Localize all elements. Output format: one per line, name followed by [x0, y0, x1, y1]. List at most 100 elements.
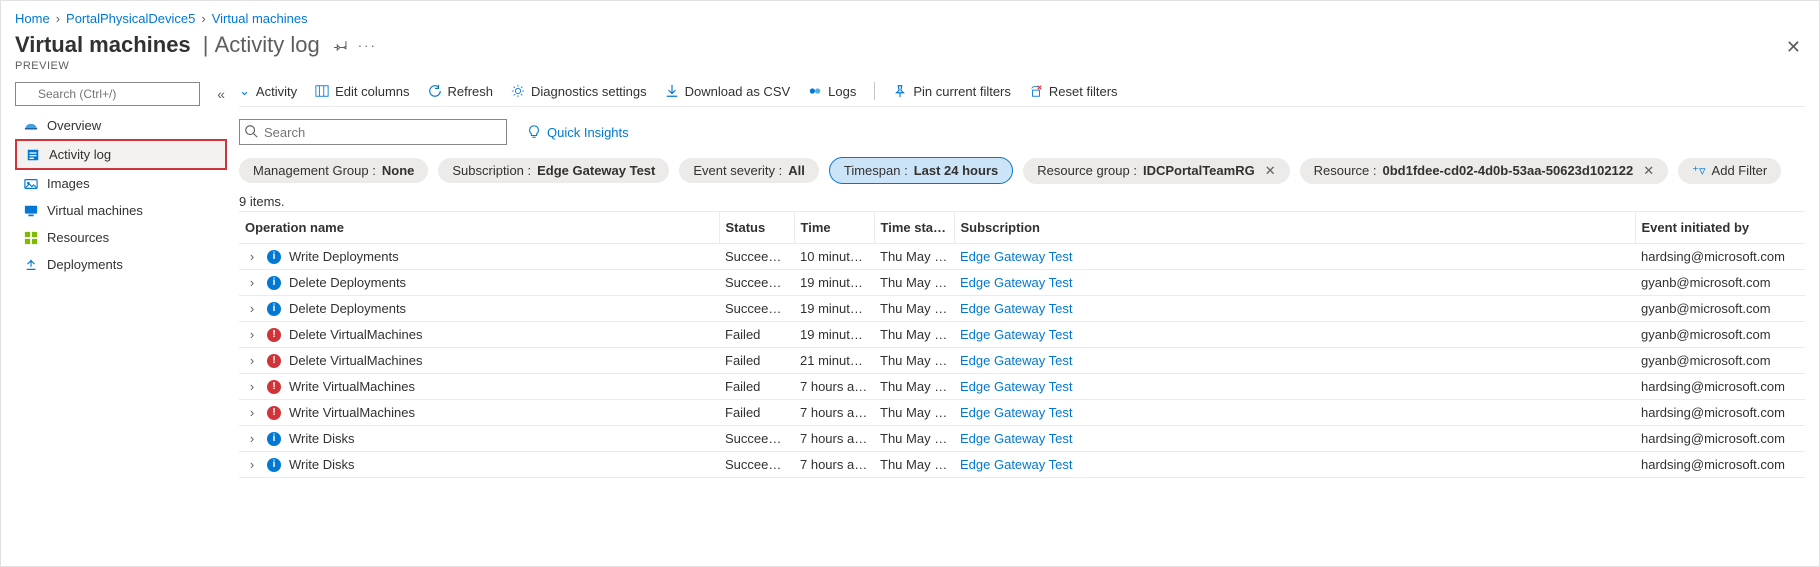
sidebar-item-overview[interactable]: Overview	[15, 112, 227, 139]
page-title: Virtual machines	[15, 32, 191, 58]
info-icon: i	[267, 302, 281, 316]
subscription-link[interactable]: Edge Gateway Test	[960, 249, 1073, 264]
sidebar: « Overview Activity log Images Virtual mach…	[15, 82, 227, 563]
toolbar-separator	[874, 82, 875, 100]
table-row: ›iWrite DisksSucceeded7 hours agoThu May…	[239, 452, 1805, 478]
filter-pill[interactable]: Timespan : Last 24 hours	[829, 157, 1013, 184]
search-input[interactable]	[239, 119, 507, 145]
filter-pill[interactable]: Management Group : None	[239, 158, 428, 183]
remove-filter-icon[interactable]: ✕	[1265, 163, 1276, 179]
resources-icon	[23, 231, 39, 245]
time-cell: 19 minutes ...	[794, 270, 874, 296]
subscription-link[interactable]: Edge Gateway Test	[960, 327, 1073, 342]
operation-name: Write Disks	[289, 457, 354, 472]
sidebar-item-resources[interactable]: Resources	[15, 224, 227, 251]
breadcrumb-home[interactable]: Home	[15, 11, 50, 26]
pin-filters-button[interactable]: Pin current filters	[893, 84, 1011, 99]
activity-table: Operation nameStatusTimeTime stampSubscr…	[239, 211, 1805, 478]
column-header[interactable]: Status	[719, 212, 794, 244]
status-cell: Succeeded	[719, 452, 794, 478]
info-icon: i	[267, 250, 281, 264]
subscription-link[interactable]: Edge Gateway Test	[960, 457, 1073, 472]
table-row: ›iWrite DeploymentsSucceeded10 minutes .…	[239, 244, 1805, 270]
more-icon[interactable]: ···	[358, 38, 377, 53]
filter-pill[interactable]: Resource group : IDCPortalTeamRG✕	[1023, 158, 1289, 184]
timestamp-cell: Thu May 27...	[874, 348, 954, 374]
column-header[interactable]: Time stamp	[874, 212, 954, 244]
quick-insights-button[interactable]: Quick Insights	[527, 125, 629, 140]
sidebar-item-activity-log[interactable]: Activity log	[15, 139, 227, 170]
subscription-link[interactable]: Edge Gateway Test	[960, 405, 1073, 420]
filter-pill[interactable]: Event severity : All	[679, 158, 819, 183]
pin-icon[interactable]	[334, 38, 348, 53]
time-cell: 7 hours ago	[794, 452, 874, 478]
expand-row-button[interactable]: ›	[245, 431, 259, 446]
time-cell: 19 minutes ...	[794, 296, 874, 322]
sidebar-item-label: Activity log	[49, 147, 111, 162]
preview-label: PREVIEW	[15, 60, 1805, 72]
table-row: ›!Write VirtualMachinesFailed7 hours ago…	[239, 374, 1805, 400]
expand-row-button[interactable]: ›	[245, 301, 259, 316]
subscription-link[interactable]: Edge Gateway Test	[960, 301, 1073, 316]
sidebar-item-deployments[interactable]: Deployments	[15, 251, 227, 278]
sidebar-item-label: Resources	[47, 230, 109, 245]
sidebar-item-label: Images	[47, 176, 90, 191]
column-header[interactable]: Time	[794, 212, 874, 244]
vm-icon	[23, 204, 39, 218]
expand-row-button[interactable]: ›	[245, 327, 259, 342]
breadcrumb-vm[interactable]: Virtual machines	[212, 11, 308, 26]
logs-button[interactable]: Logs	[808, 84, 856, 99]
error-icon: !	[267, 380, 281, 394]
sidebar-item-label: Virtual machines	[47, 203, 143, 218]
breadcrumb-device[interactable]: PortalPhysicalDevice5	[66, 11, 195, 26]
subscription-link[interactable]: Edge Gateway Test	[960, 379, 1073, 394]
info-icon: i	[267, 432, 281, 446]
logs-icon	[808, 84, 822, 98]
filter-pill[interactable]: Subscription : Edge Gateway Test	[438, 158, 669, 183]
collapse-sidebar-button[interactable]: «	[215, 84, 227, 104]
expand-row-button[interactable]: ›	[245, 457, 259, 472]
timestamp-cell: Thu May 27...	[874, 400, 954, 426]
toolbar: ⌄Activity Edit columns Refresh Diagnosti…	[239, 82, 1805, 107]
time-cell: 19 minutes ...	[794, 322, 874, 348]
expand-row-button[interactable]: ›	[245, 275, 259, 290]
expand-row-button[interactable]: ›	[245, 249, 259, 264]
reset-filters-button[interactable]: Reset filters	[1029, 84, 1118, 99]
expand-row-button[interactable]: ›	[245, 353, 259, 368]
column-header[interactable]: Operation name	[239, 212, 719, 244]
diagnostics-button[interactable]: Diagnostics settings	[511, 84, 647, 99]
subscription-link[interactable]: Edge Gateway Test	[960, 275, 1073, 290]
filter-pill[interactable]: Resource : 0bd1fdee-cd02-4d0b-53aa-50623…	[1300, 158, 1669, 184]
sidebar-search-input[interactable]	[15, 82, 200, 106]
time-cell: 7 hours ago	[794, 374, 874, 400]
table-row: ›!Write VirtualMachinesFailed7 hours ago…	[239, 400, 1805, 426]
sidebar-item-images[interactable]: Images	[15, 170, 227, 197]
initiated-by-cell: gyanb@microsoft.com	[1635, 270, 1805, 296]
timestamp-cell: Thu May 27...	[874, 374, 954, 400]
close-button[interactable]: ✕	[1786, 37, 1801, 58]
sidebar-item-virtual-machines[interactable]: Virtual machines	[15, 197, 227, 224]
subscription-link[interactable]: Edge Gateway Test	[960, 353, 1073, 368]
pin-icon	[893, 84, 907, 98]
status-cell: Failed	[719, 400, 794, 426]
column-header[interactable]: Subscription	[954, 212, 1635, 244]
expand-row-button[interactable]: ›	[245, 405, 259, 420]
expand-row-button[interactable]: ›	[245, 379, 259, 394]
add-filter-button[interactable]: ⁺▿Add Filter	[1678, 158, 1781, 184]
operation-name: Write VirtualMachines	[289, 405, 415, 420]
time-cell: 7 hours ago	[794, 426, 874, 452]
columns-icon	[315, 84, 329, 98]
column-header[interactable]: Event initiated by	[1635, 212, 1805, 244]
edit-columns-button[interactable]: Edit columns	[315, 84, 409, 99]
remove-filter-icon[interactable]: ✕	[1643, 163, 1654, 179]
sidebar-item-label: Deployments	[47, 257, 123, 272]
images-icon	[23, 177, 39, 191]
subscription-link[interactable]: Edge Gateway Test	[960, 431, 1073, 446]
status-cell: Succeeded	[719, 426, 794, 452]
error-icon: !	[267, 406, 281, 420]
download-csv-button[interactable]: Download as CSV	[665, 84, 791, 99]
table-row: ›!Delete VirtualMachinesFailed19 minutes…	[239, 322, 1805, 348]
activity-button[interactable]: ⌄Activity	[239, 83, 297, 99]
refresh-button[interactable]: Refresh	[428, 84, 494, 99]
info-icon: i	[267, 276, 281, 290]
